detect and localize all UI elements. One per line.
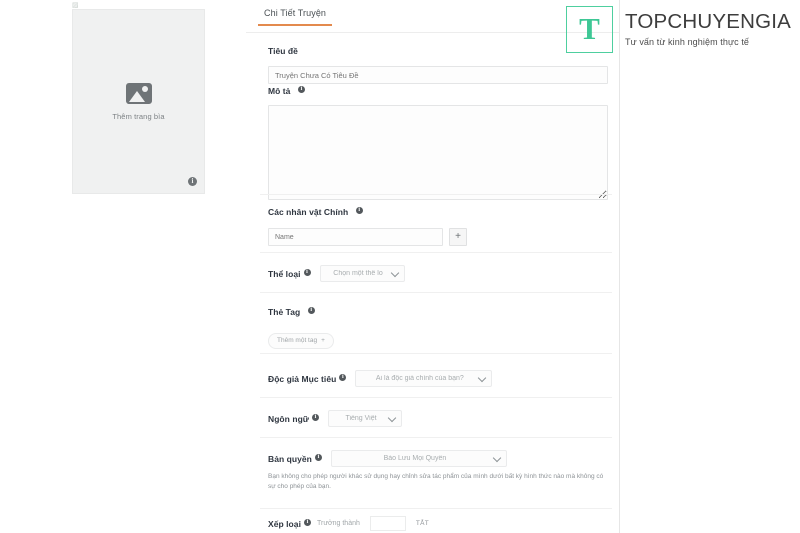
- description-info-icon[interactable]: i: [297, 86, 305, 94]
- genre-row: Thể loại i Chọn một thể lo: [268, 265, 608, 282]
- rating-row: Xếp loại i Trưởng thành TẮT: [268, 516, 608, 531]
- brand-watermark: T TOPCHUYENGIA Tư vấn từ kinh nghiệm thự…: [566, 6, 791, 53]
- app-screenshot: ▨ Thêm trang bìa i Chi Tiết Truyện Tiêu …: [0, 0, 800, 533]
- brand-logo-letter: T: [579, 11, 600, 46]
- characters-label-row: Các nhân vật Chính i: [268, 203, 608, 221]
- chevron-down-icon: [479, 375, 486, 382]
- audience-row: Độc giả Mục tiêu i Ai là độc giả chính c…: [268, 370, 608, 387]
- field-target-audience: Độc giả Mục tiêu i Ai là độc giả chính c…: [268, 370, 608, 387]
- story-details-panel: Chi Tiết Truyện Tiêu đề Mô tả i Các nhân…: [246, 0, 620, 533]
- language-select-value: Tiếng Việt: [345, 415, 377, 422]
- field-main-characters: Các nhân vật Chính i +: [268, 203, 608, 246]
- audience-info-icon[interactable]: i: [339, 374, 347, 381]
- rating-toggle[interactable]: [369, 516, 406, 531]
- character-name-input[interactable]: [268, 228, 443, 246]
- divider: [260, 437, 612, 438]
- description-label: Mô tả: [268, 85, 291, 96]
- rating-label: Xếp loại: [268, 518, 301, 529]
- divider: [260, 252, 612, 253]
- brand-name: TOPCHUYENGIA: [625, 10, 792, 34]
- brand-text-block: TOPCHUYENGIA Tư vấn từ kinh nghiệm thực …: [625, 12, 791, 47]
- copyright-select[interactable]: Bảo Lưu Mọi Quyền: [330, 450, 507, 467]
- language-select[interactable]: Tiếng Việt: [328, 410, 403, 427]
- title-label: Tiêu đề: [268, 45, 298, 56]
- language-info-icon[interactable]: i: [312, 414, 320, 421]
- add-tag-chip[interactable]: Thêm một tag +: [268, 332, 334, 349]
- genre-info-icon[interactable]: i: [303, 269, 311, 276]
- copyright-helper-text: Bạn không cho phép người khác sử dụng ha…: [268, 473, 604, 490]
- field-tags: Thẻ Tag i Thêm một tag +: [268, 303, 608, 349]
- chevron-down-icon: [392, 270, 399, 277]
- field-genre: Thể loại i Chọn một thể lo: [268, 265, 608, 282]
- audience-select[interactable]: Ai là độc giả chính của bạn?: [355, 370, 493, 387]
- title-label-row: Tiêu đề: [268, 42, 608, 60]
- field-description: Mô tả i: [268, 82, 608, 205]
- tags-label-row: Thẻ Tag i: [268, 303, 608, 321]
- copyright-label: Bản quyền: [268, 453, 312, 464]
- cover-info-icon[interactable]: i: [188, 177, 197, 186]
- rating-value: Trưởng thành: [317, 520, 360, 527]
- divider: [260, 292, 612, 293]
- field-rating: Xếp loại i Trưởng thành TẮT: [268, 516, 608, 531]
- divider: [260, 397, 612, 398]
- chevron-down-icon: [494, 455, 501, 462]
- description-textarea[interactable]: [268, 105, 608, 200]
- add-cover-label: Thêm trang bìa: [112, 111, 165, 121]
- language-row: Ngôn ngữ i Tiếng Việt: [268, 410, 608, 427]
- tags-list: Thêm một tag +: [268, 329, 608, 349]
- copyright-row: Bản quyền i Bảo Lưu Mọi Quyền: [268, 450, 608, 467]
- genre-label: Thể loại: [268, 268, 301, 279]
- add-tag-plus-icon: +: [321, 337, 325, 344]
- brand-logo-icon: T: [566, 6, 613, 53]
- field-title: Tiêu đề: [268, 42, 608, 84]
- tabbar: Chi Tiết Truyện: [246, 8, 619, 33]
- tags-info-icon[interactable]: i: [307, 307, 315, 315]
- add-cover-dropzone[interactable]: Thêm trang bìa i: [72, 9, 205, 194]
- description-label-row: Mô tả i: [268, 82, 608, 100]
- field-language: Ngôn ngữ i Tiếng Việt: [268, 410, 608, 427]
- characters-info-icon[interactable]: i: [355, 207, 363, 215]
- language-label: Ngôn ngữ: [268, 413, 310, 424]
- field-copyright: Bản quyền i Bảo Lưu Mọi Quyền Bạn không …: [268, 450, 608, 492]
- copyright-select-value: Bảo Lưu Mọi Quyền: [383, 455, 447, 462]
- cover-uploader-column: ▨ Thêm trang bìa i: [72, 0, 205, 194]
- divider: [260, 353, 612, 354]
- divider: [260, 194, 612, 195]
- characters-label: Các nhân vật Chính: [268, 206, 349, 217]
- rating-toggle-state: TẮT: [415, 520, 430, 527]
- add-character-button[interactable]: +: [449, 228, 467, 246]
- brand-tagline: Tư vấn từ kinh nghiệm thực tế: [625, 36, 750, 47]
- copyright-info-icon[interactable]: i: [314, 454, 322, 461]
- character-entry-row: +: [268, 228, 608, 246]
- divider: [260, 508, 612, 509]
- tags-label: Thẻ Tag: [268, 306, 301, 317]
- chevron-down-icon: [389, 415, 396, 422]
- image-placeholder-icon: [125, 82, 152, 104]
- add-tag-label: Thêm một tag: [277, 337, 318, 344]
- audience-select-value: Ai là độc giả chính của bạn?: [375, 375, 464, 382]
- tab-story-details[interactable]: Chi Tiết Truyện: [258, 8, 333, 26]
- genre-select[interactable]: Chọn một thể lo: [319, 265, 405, 282]
- audience-label: Độc giả Mục tiêu: [268, 373, 337, 384]
- rating-info-icon[interactable]: i: [304, 519, 311, 526]
- genre-select-value: Chọn một thể lo: [333, 270, 383, 277]
